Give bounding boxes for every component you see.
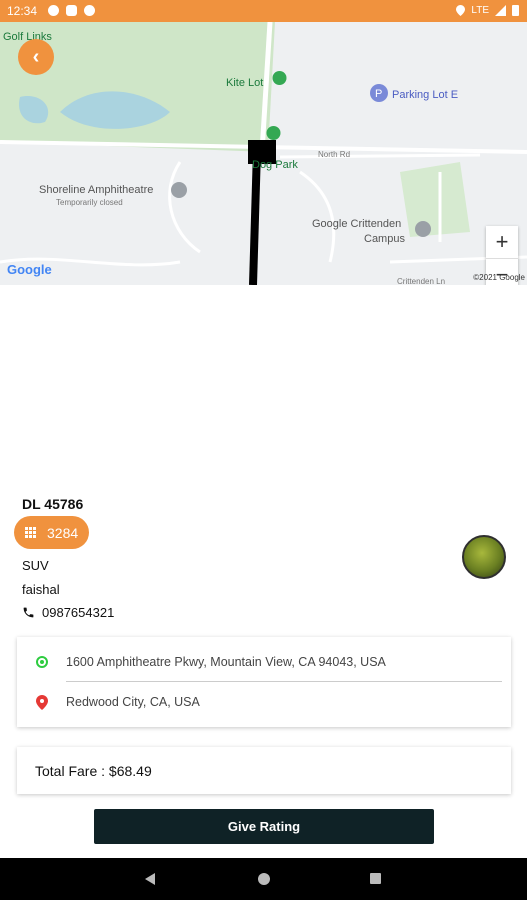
svg-text:P: P [375, 88, 382, 100]
driver-avatar [462, 535, 506, 579]
dropoff-icon [17, 694, 66, 710]
map-label-shoreline-amphitheatre: Shoreline Amphitheatre [39, 184, 154, 196]
chevron-left-icon: ‹ [32, 45, 40, 68]
notification-icon [84, 5, 95, 16]
map-label-temporarily-closed: Temporarily closed [56, 198, 123, 207]
map-label-google-crittenden: Google Crittenden [312, 218, 402, 230]
nav-back-icon[interactable] [145, 873, 155, 885]
total-fare: Total Fare : $68.49 [35, 762, 152, 779]
status-right: LTE [456, 4, 519, 16]
parking-pin-icon: P [370, 84, 388, 102]
fare-card: Total Fare : $68.49 [17, 747, 511, 794]
notification-icon [48, 5, 59, 16]
otp-badge: 3284 [14, 516, 89, 549]
map-label-parking-lot-e: Parking Lot E [392, 89, 459, 101]
status-time: 12:34 [7, 4, 38, 18]
pickup-row: 1600 Amphitheatre Pkwy, Mountain View, C… [17, 642, 511, 682]
notification-icons [48, 5, 95, 16]
location-icon [456, 4, 466, 16]
google-logo: Google [7, 262, 52, 277]
park-pin-icon [272, 71, 287, 85]
map-label-kite-lot: Kite Lot [226, 77, 264, 89]
pickup-address: 1600 Amphitheatre Pkwy, Mountain View, C… [66, 655, 386, 669]
map-label-dog-park: Dog Park [252, 159, 298, 171]
sd-card-icon [66, 5, 77, 16]
google-logo-text: Google [7, 262, 52, 277]
crosshair-icon [35, 656, 48, 668]
pickup-icon [17, 655, 66, 669]
driver-phone-number: 0987654321 [42, 605, 115, 620]
zoom-in-button[interactable]: + [486, 226, 518, 258]
driver-name: faishal [22, 582, 60, 597]
venue-pin-icon [171, 182, 187, 198]
dropoff-address: Redwood City, CA, USA [66, 695, 200, 709]
map-label-crittenden-ln: Crittenden Ln [397, 277, 446, 285]
map-label-campus: Campus [364, 233, 405, 245]
map-label-north-rd: North Rd [318, 150, 351, 159]
driver-phone[interactable]: 0987654321 [22, 605, 114, 620]
office-pin-icon [415, 221, 431, 237]
map-pin-icon [35, 694, 48, 710]
system-nav-bar [0, 858, 527, 900]
park-pin-icon [266, 126, 281, 140]
nav-home-icon[interactable] [258, 873, 270, 885]
map-background [0, 22, 527, 285]
status-bar: 12:34 LTE [0, 0, 527, 22]
vehicle-type: SUV [22, 558, 49, 573]
map-copyright: ©2021 Google [473, 273, 525, 282]
route-card: 1600 Amphitheatre Pkwy, Mountain View, C… [17, 637, 511, 727]
otp-code: 3284 [47, 524, 79, 541]
keypad-icon [25, 527, 37, 538]
phone-icon [23, 607, 34, 618]
vehicle-plate: DL 45786 [22, 496, 84, 512]
battery-icon [512, 5, 519, 16]
nav-recents-icon[interactable] [370, 873, 381, 884]
signal-icon [495, 4, 506, 16]
network-label: LTE [471, 4, 489, 16]
map-view[interactable]: Golf Links Kite Lot P Parking Lot E Dog … [0, 22, 527, 285]
back-button[interactable]: ‹ [18, 39, 54, 75]
dropoff-row: Redwood City, CA, USA [17, 682, 511, 722]
give-rating-button[interactable]: Give Rating [94, 809, 434, 844]
